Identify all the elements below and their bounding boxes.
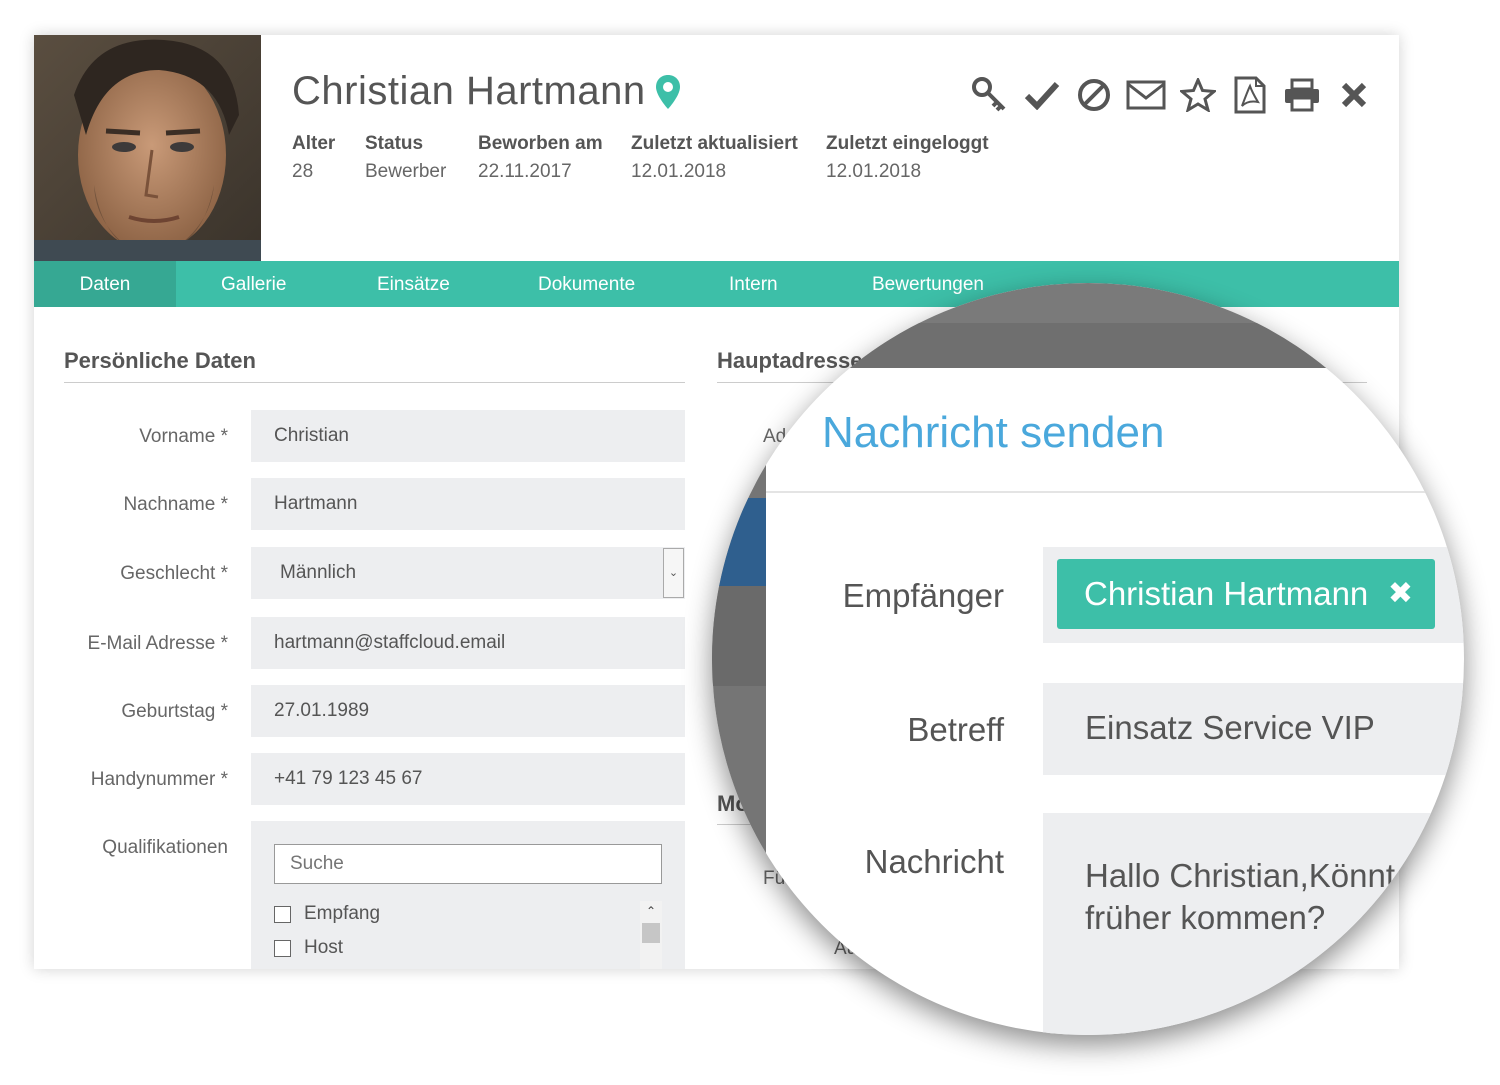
geburtstag-input[interactable]: 27.01.1989 [251, 685, 685, 737]
star-icon[interactable] [1172, 75, 1224, 115]
magnifier-lens: Nachricht senden Empfänger Christian Har… [712, 283, 1464, 1035]
scroll-up-icon[interactable]: ⌃ [640, 901, 662, 921]
message-label: Nachricht [864, 843, 1004, 880]
backdrop [712, 323, 1464, 368]
modal-divider [766, 491, 1464, 493]
message-textarea[interactable]: Hallo Christian,Könnt früher kommen? [1043, 813, 1464, 1035]
checkbox[interactable] [274, 905, 291, 923]
label-nachname: Nachname * [123, 494, 228, 515]
geschlecht-value: Männlich [280, 562, 357, 583]
handynummer-input[interactable]: +41 79 123 45 67 [251, 753, 685, 805]
qualifications-box: Empfang Host ⌃ [251, 821, 685, 969]
meta-updated: Zuletzt aktualisiert 12.01.2018 [631, 133, 798, 182]
modal-title: Nachricht senden [822, 408, 1165, 457]
mail-icon[interactable] [1120, 75, 1172, 115]
qualification-option[interactable]: Host [274, 937, 343, 959]
location-pin-icon[interactable] [655, 74, 680, 109]
tab-gallerie[interactable]: Gallerie [221, 261, 286, 307]
meta-age: Alter 28 [292, 133, 336, 182]
geschlecht-select[interactable]: Männlich ⌄ [251, 547, 685, 599]
tab-daten[interactable]: Daten [34, 261, 176, 307]
tab-einsaetze[interactable]: Einsätze [377, 261, 450, 307]
recipient-label: Empfänger [842, 577, 1004, 614]
label-geschlecht: Geschlecht * [120, 563, 228, 584]
subject-label: Betreff [907, 711, 1004, 748]
nachname-input[interactable]: Hartmann [251, 478, 685, 530]
key-icon[interactable] [964, 75, 1016, 115]
print-icon[interactable] [1276, 75, 1328, 115]
tab-dokumente[interactable]: Dokumente [538, 261, 635, 307]
check-icon[interactable] [1016, 75, 1068, 115]
block-icon[interactable] [1068, 75, 1120, 115]
subject-input[interactable]: Einsatz Service VIP [1043, 683, 1464, 775]
recipient-field[interactable]: Christian Hartmann ✖ [1043, 547, 1464, 643]
label-email: E-Mail Adresse * [87, 633, 228, 654]
vorname-input[interactable]: Christian [251, 410, 685, 462]
backdrop [712, 498, 766, 586]
backdrop [712, 368, 766, 1035]
pdf-icon[interactable] [1224, 75, 1276, 115]
meta-last-login: Zuletzt eingeloggt 12.01.2018 [826, 133, 989, 182]
scrollbar[interactable]: ⌃ [640, 901, 662, 969]
meta-applied: Beworben am 22.11.2017 [478, 133, 603, 182]
email-input[interactable]: hartmann@staffcloud.email [251, 617, 685, 669]
section-divider [64, 382, 685, 383]
avatar [34, 35, 261, 261]
label-geburtstag: Geburtstag * [121, 701, 228, 722]
candidate-name: Christian Hartmann [292, 69, 646, 113]
scroll-thumb[interactable] [642, 923, 660, 943]
label-vorname: Vorname * [139, 426, 228, 447]
action-toolbar [964, 75, 1380, 115]
checkbox[interactable] [274, 939, 291, 957]
section-title-personal: Persönliche Daten [64, 348, 256, 373]
label-qualifikationen: Qualifikationen [102, 837, 228, 858]
close-icon[interactable] [1328, 75, 1380, 115]
qualification-search-input[interactable] [274, 844, 662, 884]
meta-status: Status Bewerber [365, 133, 447, 182]
chevron-down-icon[interactable]: ⌄ [663, 548, 684, 598]
backdrop [712, 586, 766, 686]
qualification-option[interactable]: Empfang [274, 903, 380, 925]
remove-icon[interactable]: ✖ [1388, 559, 1413, 629]
label-handynummer: Handynummer * [90, 769, 228, 790]
recipient-chip[interactable]: Christian Hartmann ✖ [1057, 559, 1435, 629]
